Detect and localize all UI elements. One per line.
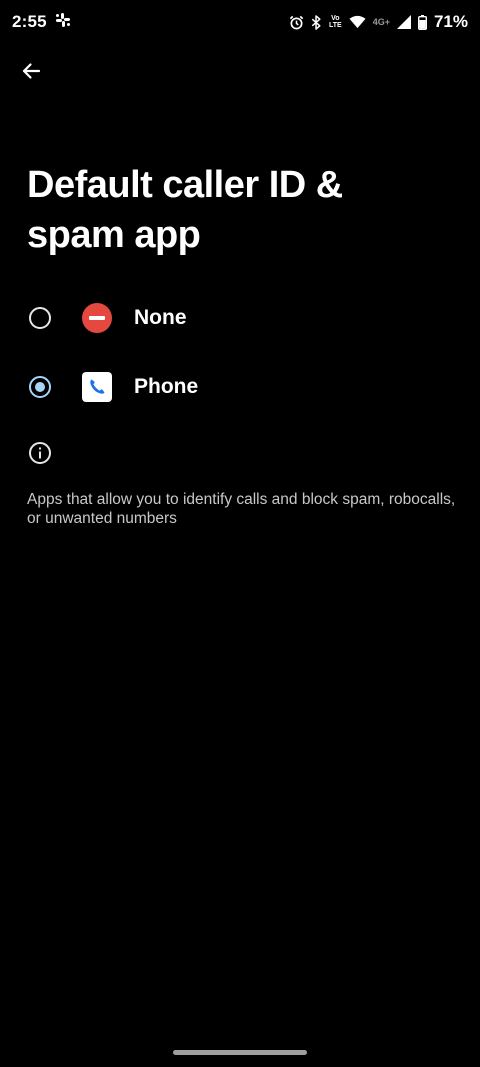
slack-icon <box>55 12 70 32</box>
back-button[interactable] <box>12 52 50 90</box>
phone-app-icon <box>82 372 112 402</box>
bluetooth-icon <box>311 14 322 30</box>
info-icon <box>29 442 51 464</box>
volte-icon: Vo LTE <box>329 15 342 29</box>
radio-phone[interactable] <box>29 376 51 398</box>
option-label-phone: Phone <box>134 375 199 398</box>
footer-description: Apps that allow you to identify calls an… <box>27 491 456 527</box>
home-indicator[interactable] <box>173 1050 307 1055</box>
wifi-icon <box>349 15 366 29</box>
option-none[interactable]: None <box>0 285 480 351</box>
status-right: Vo LTE 4G+ 71% <box>289 12 468 32</box>
volte-top-label: Vo <box>331 15 340 22</box>
screen: 2:55 Vo LTE 4G+ 71% Default caller ID & … <box>0 0 480 1067</box>
status-left: 2:55 <box>12 12 70 32</box>
option-label-none: None <box>134 306 187 329</box>
network-type: 4G+ <box>372 16 390 27</box>
arrow-back-icon <box>22 63 41 79</box>
none-icon <box>82 303 112 333</box>
status-bar: 2:55 Vo LTE 4G+ 71% <box>0 0 480 44</box>
battery-icon <box>417 14 427 30</box>
radio-none[interactable] <box>29 307 51 329</box>
signal-icon <box>396 15 411 29</box>
alarm-icon <box>289 15 304 30</box>
volte-bottom-label: LTE <box>329 22 342 29</box>
page-title: Default caller ID & spam app <box>27 164 343 256</box>
status-time: 2:55 <box>12 12 47 31</box>
battery-percent: 71% <box>433 12 468 31</box>
option-phone[interactable]: Phone <box>0 354 480 420</box>
